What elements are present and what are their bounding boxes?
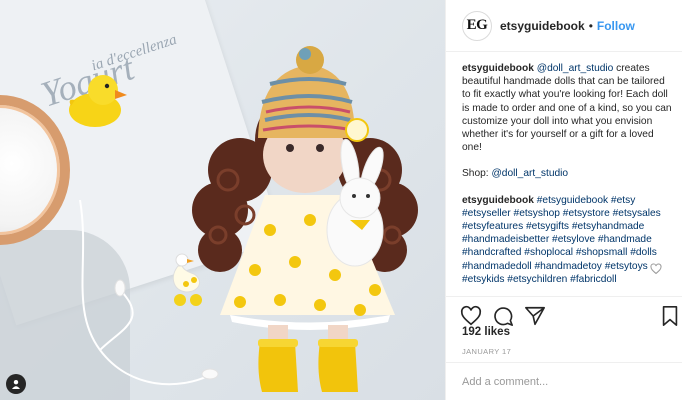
separator-dot: • <box>588 18 593 33</box>
add-comment-input[interactable]: Add a comment... <box>446 362 682 400</box>
shop-mention[interactable]: @doll_art_studio <box>491 168 568 179</box>
tagged-user-icon[interactable] <box>6 374 26 394</box>
comment-placeholder: Add a comment... <box>462 376 549 388</box>
caption-body: creates beautiful handmade dolls that ca… <box>462 63 672 154</box>
share-icon[interactable] <box>524 305 546 327</box>
comment-username[interactable]: etsyguidebook <box>462 195 534 206</box>
handmade-doll-illustration <box>192 46 418 392</box>
caption-username[interactable]: etsyguidebook <box>462 63 534 74</box>
follow-button[interactable]: Follow <box>597 19 635 33</box>
comment-like-heart-icon[interactable] <box>650 263 662 275</box>
comment-icon[interactable] <box>492 305 514 327</box>
post-caption: etsyguidebook @doll_art_studio creates b… <box>462 62 672 296</box>
header-username[interactable]: etsyguidebook <box>500 19 585 33</box>
avatar-text: EG <box>466 17 488 33</box>
caption-mention[interactable]: @doll_art_studio <box>537 63 614 74</box>
post-panel: EG etsyguidebook • Follow etsyguidebook … <box>445 0 682 400</box>
post-date: JANUARY 17 <box>462 347 512 356</box>
shop-label: Shop: <box>462 168 492 180</box>
profile-avatar[interactable]: EG <box>462 10 492 41</box>
likes-count[interactable]: 192 likes <box>462 326 510 338</box>
post-image[interactable]: ia d'eccellenza Yogurt <box>0 0 445 400</box>
bookmark-icon[interactable] <box>659 305 681 327</box>
heart-icon[interactable] <box>460 305 482 327</box>
rubber-duck-illustration <box>69 75 127 127</box>
hashtag-list[interactable]: #etsyguidebook #etsy #etsyseller #etsysh… <box>462 195 661 285</box>
post-header: EG etsyguidebook • Follow <box>446 0 682 52</box>
